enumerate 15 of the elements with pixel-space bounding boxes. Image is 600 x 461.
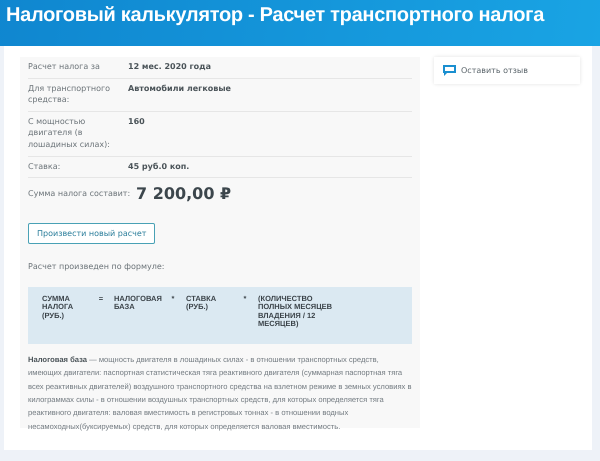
speech-bubble-icon (442, 64, 457, 77)
field-value: Автомобили легковые (128, 82, 231, 95)
page-title: Налоговый калькулятор - Расчет транспортного налога (6, 4, 544, 27)
field-value: 12 мес. 2020 года (128, 61, 212, 73)
new-calculation-button[interactable]: Произвести новый расчет (28, 223, 156, 244)
formula-caption: Расчет произведен по формуле: (28, 262, 166, 272)
field-value: 45 руб.0 коп. (128, 160, 190, 172)
leave-feedback-link[interactable]: Оставить отзыв (461, 66, 528, 75)
field-label: Для транспортного средства: (28, 82, 112, 106)
field-label: С мощностью двигателя (в лошадиных силах): (28, 116, 111, 151)
total-label: Сумма налога составит: (28, 188, 128, 200)
field-label: Расчет налога за (28, 61, 101, 73)
field-value: 160 (128, 116, 145, 128)
total-amount: 7 200,00 ₽ (136, 184, 232, 204)
field-label: Ставка: (28, 160, 62, 172)
